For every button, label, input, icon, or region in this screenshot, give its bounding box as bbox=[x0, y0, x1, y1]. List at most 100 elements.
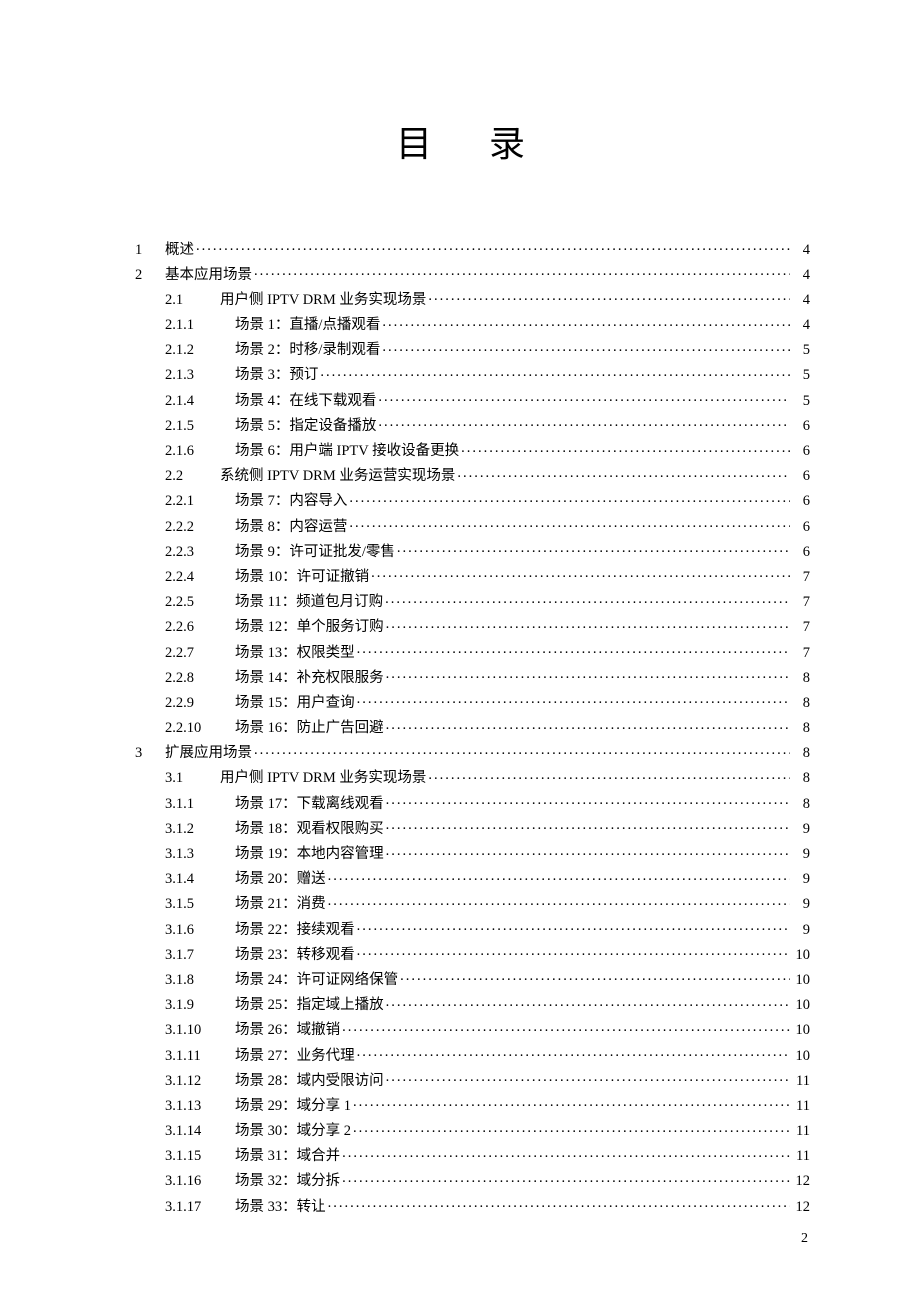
toc-entry: 2.2.9场景 15：用户查询8 bbox=[135, 692, 810, 710]
toc-entry-title: 场景 32：域分拆 bbox=[235, 1174, 340, 1189]
toc-entry: 3.1.2场景 18：观看权限购买9 bbox=[135, 818, 810, 836]
toc-entry-number: 2.2.10 bbox=[165, 721, 235, 736]
toc-leader-dots bbox=[382, 315, 790, 330]
toc-entry: 2.2.4场景 10：许可证撤销7 bbox=[135, 566, 810, 584]
toc-entry-page: 10 bbox=[792, 1049, 810, 1064]
toc-entry-number: 2.2.2 bbox=[165, 520, 235, 535]
toc-leader-dots bbox=[254, 743, 790, 758]
toc-entry-page: 6 bbox=[792, 520, 810, 535]
toc-entry-page: 6 bbox=[792, 419, 810, 434]
toc-leader-dots bbox=[254, 264, 790, 279]
toc-entry-page: 8 bbox=[792, 771, 810, 786]
toc-entry-page: 7 bbox=[792, 646, 810, 661]
toc-leader-dots bbox=[342, 1171, 790, 1186]
toc-entry-title: 场景 30：域分享 2 bbox=[235, 1124, 351, 1139]
toc-leader-dots bbox=[353, 1095, 790, 1110]
toc-entry: 2.1用户侧 IPTV DRM 业务实现场景4 bbox=[135, 289, 810, 307]
toc-entry-number: 1 bbox=[135, 243, 165, 258]
toc-entry-title: 基本应用场景 bbox=[165, 268, 252, 283]
toc-entry-page: 4 bbox=[792, 293, 810, 308]
toc-entry-title: 场景 9：许可证批发/零售 bbox=[235, 545, 395, 560]
toc-entry: 2.2.3场景 9：许可证批发/零售 6 bbox=[135, 541, 810, 559]
toc-entry-title: 场景 23：转移观看 bbox=[235, 948, 355, 963]
toc-entry-number: 3.1.14 bbox=[165, 1124, 235, 1139]
toc-entry-page: 11 bbox=[792, 1124, 810, 1139]
toc-entry: 3.1.11场景 27：业务代理10 bbox=[135, 1045, 810, 1063]
toc-leader-dots bbox=[357, 642, 790, 657]
toc-leader-dots bbox=[342, 1020, 790, 1035]
toc-entry: 2.1.2场景 2：时移/录制观看 5 bbox=[135, 340, 810, 358]
toc-leader-dots bbox=[386, 995, 790, 1010]
toc-entry: 2.2.8场景 14：补充权限服务8 bbox=[135, 667, 810, 685]
toc-entry-title: 场景 1：直播/点播观看 bbox=[235, 318, 380, 333]
toc-leader-dots bbox=[382, 340, 790, 355]
toc-leader-dots bbox=[386, 667, 790, 682]
toc-entry: 3.1.13场景 29：域分享 1 11 bbox=[135, 1095, 810, 1113]
toc-entry-number: 2.2 bbox=[165, 469, 220, 484]
toc-entry-number: 2.2.9 bbox=[165, 696, 235, 711]
toc-entry-page: 9 bbox=[792, 847, 810, 862]
toc-leader-dots bbox=[328, 894, 790, 909]
toc-entry-number: 2 bbox=[135, 268, 165, 283]
toc-leader-dots bbox=[371, 566, 790, 581]
toc-entry: 2.1.5场景 5：指定设备播放6 bbox=[135, 415, 810, 433]
toc-entry-page: 6 bbox=[792, 444, 810, 459]
toc-entry-number: 2.2.1 bbox=[165, 494, 235, 509]
toc-entry-title: 场景 16：防止广告回避 bbox=[235, 721, 384, 736]
toc-entry-title: 系统侧 IPTV DRM 业务运营实现场景 bbox=[220, 469, 455, 484]
toc-entry-number: 3.1.4 bbox=[165, 872, 235, 887]
toc-entry-number: 3 bbox=[135, 746, 165, 761]
toc-entry-page: 5 bbox=[792, 368, 810, 383]
toc-entry-title: 场景 11：频道包月订购 bbox=[235, 595, 383, 610]
toc-entry-title: 场景 17：下载离线观看 bbox=[235, 797, 384, 812]
toc-entry-page: 9 bbox=[792, 822, 810, 837]
toc-entry-page: 4 bbox=[792, 318, 810, 333]
toc-entry-number: 3.1.6 bbox=[165, 923, 235, 938]
toc-leader-dots bbox=[397, 541, 790, 556]
toc-entry-title: 概述 bbox=[165, 243, 194, 258]
toc-entry-page: 8 bbox=[792, 721, 810, 736]
toc-entry-page: 9 bbox=[792, 897, 810, 912]
toc-leader-dots bbox=[349, 491, 790, 506]
toc-entry: 2.2.2场景 8：内容运营6 bbox=[135, 516, 810, 534]
toc-entry-page: 10 bbox=[792, 973, 810, 988]
toc-entry-page: 6 bbox=[792, 494, 810, 509]
toc-leader-dots bbox=[378, 390, 790, 405]
toc-entry: 2.1.6场景 6：用户端 IPTV 接收设备更换6 bbox=[135, 441, 810, 459]
toc-entry: 3扩展应用场景8 bbox=[135, 743, 810, 761]
toc-entry-title: 场景 4：在线下载观看 bbox=[235, 394, 376, 409]
toc-entry-number: 2.1 bbox=[165, 293, 220, 308]
toc-leader-dots bbox=[428, 768, 790, 783]
toc-entry-title: 场景 26：域撤销 bbox=[235, 1023, 340, 1038]
toc-entry: 2.2.6场景 12：单个服务订购7 bbox=[135, 617, 810, 635]
toc-entry-page: 10 bbox=[792, 1023, 810, 1038]
toc-entry-number: 3.1.2 bbox=[165, 822, 235, 837]
toc-entry-page: 5 bbox=[792, 343, 810, 358]
toc-entry-number: 3.1.13 bbox=[165, 1099, 235, 1114]
toc-entry-number: 3.1 bbox=[165, 771, 220, 786]
toc-entry-title: 场景 29：域分享 1 bbox=[235, 1099, 351, 1114]
toc-leader-dots bbox=[357, 1045, 790, 1060]
toc-leader-dots bbox=[320, 365, 790, 380]
toc-leader-dots bbox=[353, 1121, 790, 1136]
toc-entry: 3.1用户侧 IPTV DRM 业务实现场景8 bbox=[135, 768, 810, 786]
toc-leader-dots bbox=[357, 944, 790, 959]
toc-entry-number: 3.1.10 bbox=[165, 1023, 235, 1038]
toc-entry-page: 9 bbox=[792, 872, 810, 887]
toc-entry-page: 11 bbox=[792, 1074, 810, 1089]
toc-entry-number: 3.1.8 bbox=[165, 973, 235, 988]
toc-entry-page: 6 bbox=[792, 469, 810, 484]
toc-entry-title: 扩展应用场景 bbox=[165, 746, 252, 761]
toc-entry-title: 场景 20：赠送 bbox=[235, 872, 326, 887]
toc-entry-page: 8 bbox=[792, 696, 810, 711]
toc-entry-title: 场景 5：指定设备播放 bbox=[235, 419, 376, 434]
toc-entry-title: 场景 6：用户端 IPTV 接收设备更换 bbox=[235, 444, 459, 459]
toc-leader-dots bbox=[328, 1196, 790, 1211]
toc-entry-title: 场景 33：转让 bbox=[235, 1200, 326, 1215]
toc-entry: 2基本应用场景4 bbox=[135, 264, 810, 282]
toc-entry-number: 3.1.15 bbox=[165, 1149, 235, 1164]
toc-entry-page: 11 bbox=[792, 1099, 810, 1114]
toc-entry: 1概述4 bbox=[135, 239, 810, 257]
toc-entry-page: 8 bbox=[792, 797, 810, 812]
toc-leader-dots bbox=[386, 818, 790, 833]
